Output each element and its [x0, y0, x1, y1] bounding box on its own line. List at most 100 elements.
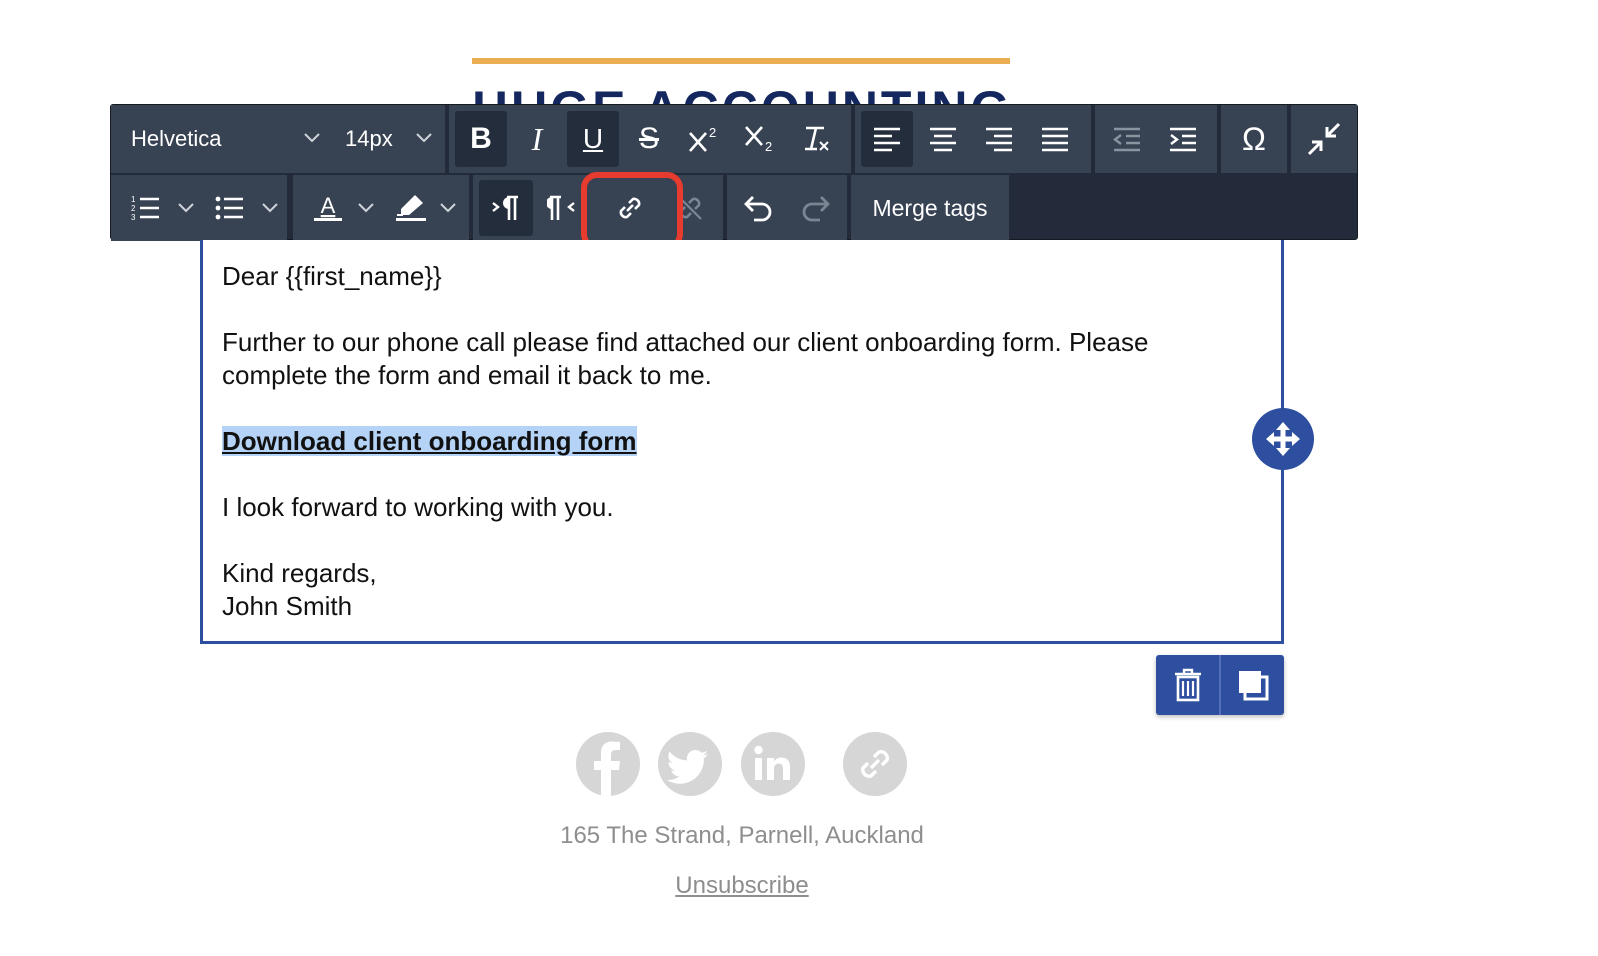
block-actions [1156, 655, 1284, 715]
omega-icon: Ω [1242, 120, 1266, 157]
clear-formatting-button[interactable] [791, 111, 843, 167]
signature-text: John Smith [222, 591, 353, 621]
format-group: B I U S 2 2 [449, 105, 851, 173]
bold-icon: B [470, 122, 492, 155]
subscript-button[interactable]: 2 [735, 111, 787, 167]
text-editor-block[interactable]: Dear {{first_name}} Further to our phone… [200, 240, 1284, 644]
link-icon [619, 197, 641, 219]
greeting-text: Dear {{first_name}} [222, 261, 442, 291]
company-logo: HUGE ACCOUNTING [472, 70, 1032, 106]
underline-button[interactable]: U [567, 111, 619, 167]
font-family-value: Helvetica [131, 126, 222, 151]
svg-text:2: 2 [709, 125, 716, 140]
subscript-icon: 2 [745, 126, 772, 154]
unordered-list-button[interactable] [203, 180, 287, 236]
special-character-button[interactable]: Ω [1227, 111, 1281, 167]
history-group [727, 175, 847, 241]
insert-link-button[interactable] [601, 180, 659, 236]
direction-link-group [473, 175, 723, 241]
indent-group [1095, 105, 1217, 173]
italic-icon: I [531, 120, 543, 157]
unsubscribe-link[interactable]: Unsubscribe [0, 872, 1484, 900]
ordered-list-button[interactable]: 123 [119, 180, 203, 236]
ltr-button[interactable] [479, 180, 533, 236]
font-size-dropdown[interactable]: 14px [327, 105, 445, 173]
move-icon [1266, 422, 1300, 456]
signoff-text: Kind regards, [222, 558, 377, 588]
superscript-button[interactable]: 2 [679, 111, 731, 167]
color-group: A [293, 175, 469, 241]
align-center-icon [930, 127, 956, 152]
linkedin-icon[interactable] [741, 732, 805, 796]
delete-block-button[interactable] [1156, 655, 1219, 715]
align-right-icon [986, 127, 1012, 152]
move-block-handle[interactable] [1252, 408, 1314, 470]
company-logo-text: HUGE ACCOUNTING [472, 80, 1012, 106]
bold-button[interactable]: B [455, 111, 507, 167]
trash-icon [1174, 668, 1201, 702]
align-right-button[interactable] [973, 111, 1025, 167]
align-group [855, 105, 1091, 173]
font-family-dropdown[interactable]: Helvetica [111, 105, 327, 173]
merge-tags-label: Merge tags [872, 194, 988, 221]
duplicate-block-button[interactable] [1221, 655, 1284, 715]
facebook-icon[interactable] [576, 732, 640, 796]
highlight-color-button[interactable] [383, 180, 467, 236]
clear-formatting-icon [805, 126, 829, 151]
indent-icon [1170, 127, 1196, 152]
ordered-list-icon: 123 [131, 195, 159, 222]
company-address: 165 The Strand, Parnell, Auckland [560, 822, 924, 849]
rtl-paragraph-icon [547, 195, 575, 220]
chevron-down-icon [416, 133, 432, 143]
italic-button[interactable]: I [511, 111, 563, 167]
undo-icon [744, 196, 772, 222]
outdent-button[interactable] [1101, 111, 1153, 167]
highlighter-icon [396, 195, 426, 221]
unordered-list-icon [215, 196, 243, 220]
undo-button[interactable] [731, 180, 785, 236]
superscript-icon: 2 [689, 125, 716, 152]
align-left-icon [874, 127, 900, 152]
chevron-down-icon [358, 203, 374, 213]
font-size-value: 14px [345, 126, 393, 151]
indent-button[interactable] [1157, 111, 1209, 167]
svg-text:1: 1 [131, 195, 136, 204]
unlink-icon [678, 196, 702, 220]
strikethrough-button[interactable]: S [623, 111, 675, 167]
align-center-button[interactable] [917, 111, 969, 167]
collapse-icon [1307, 122, 1341, 156]
text-color-icon: A [314, 193, 342, 221]
merge-tags-group: Merge tags [851, 175, 1009, 241]
svg-text:A: A [321, 193, 336, 218]
download-form-link[interactable]: Download client onboarding form [222, 426, 637, 456]
strikethrough-icon: S [638, 122, 659, 155]
outdent-icon [1113, 127, 1140, 152]
twitter-icon[interactable] [658, 732, 722, 796]
svg-text:2: 2 [131, 204, 136, 213]
download-link-line: Download client onboarding form [222, 425, 637, 458]
ltr-paragraph-icon [492, 195, 518, 220]
fullscreen-group [1291, 105, 1357, 173]
unlink-button[interactable] [663, 180, 717, 236]
chevron-down-icon [440, 203, 456, 213]
special-char-group: Ω [1221, 105, 1287, 173]
rich-text-toolbar: Helvetica 14px B I U S 2 2 Ω 1 2 3 A Mer… [110, 104, 1358, 241]
redo-button[interactable] [789, 180, 843, 236]
website-link-icon[interactable] [843, 732, 907, 796]
duplicate-icon [1238, 671, 1268, 701]
svg-text:2: 2 [765, 139, 772, 154]
collapse-button[interactable] [1297, 111, 1351, 167]
closing-text: I look forward to working with you. [222, 492, 614, 522]
underline-icon: U [582, 123, 604, 154]
chevron-down-icon [304, 133, 320, 143]
text-color-button[interactable]: A [299, 180, 383, 236]
justify-button[interactable] [1029, 111, 1081, 167]
list-group: 123 [111, 175, 287, 241]
svg-text:3: 3 [131, 213, 136, 222]
rtl-button[interactable] [535, 180, 589, 236]
header-accent-bar [472, 58, 1010, 64]
body-line-2: complete the form and email it back to m… [222, 360, 712, 390]
align-left-button[interactable] [861, 111, 913, 167]
font-group: Helvetica 14px [111, 105, 445, 173]
merge-tags-button[interactable]: Merge tags [851, 180, 1009, 236]
